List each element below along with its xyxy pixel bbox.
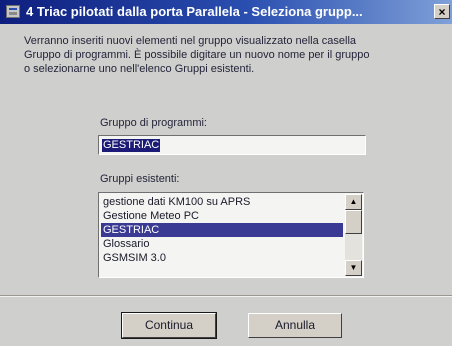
cancel-button[interactable]: Annulla — [248, 313, 342, 338]
list-scrollbar[interactable]: ▲ ▼ — [345, 194, 362, 276]
list-item[interactable]: Glossario — [101, 237, 343, 251]
instructions-line: Gruppo di programmi. È possibile digitar… — [24, 49, 370, 61]
scroll-thumb[interactable] — [345, 210, 362, 234]
program-group-label: Gruppo di programmi: — [100, 117, 207, 129]
program-group-input[interactable]: GESTRIAC — [98, 135, 366, 155]
continue-button[interactable]: Continua — [121, 312, 217, 339]
existing-groups-label: Gruppi esistenti: — [100, 173, 180, 185]
list-item[interactable]: Gestione Meteo PC — [101, 209, 343, 223]
separator — [0, 295, 452, 297]
list-item[interactable]: GSMSIM 3.0 — [101, 251, 343, 265]
title-bar[interactable]: 4 Triac pilotati dalla porta Parallela -… — [0, 0, 452, 24]
scroll-down-button[interactable]: ▼ — [345, 260, 362, 276]
list-item-selected[interactable]: GESTRIAC — [101, 223, 343, 237]
window-title: 4 Triac pilotati dalla porta Parallela -… — [26, 4, 363, 19]
scroll-up-button[interactable]: ▲ — [345, 194, 362, 210]
existing-groups-list[interactable]: gestione dati KM100 su APRS Gestione Met… — [98, 192, 364, 278]
close-button[interactable]: × — [434, 4, 450, 19]
program-group-value: GESTRIAC — [102, 139, 161, 152]
instructions-text: Verranno inseriti nuovi elementi nel gru… — [24, 34, 444, 76]
list-item[interactable]: gestione dati KM100 su APRS — [101, 195, 343, 209]
instructions-line: o selezionarne uno nell'elenco Gruppi es… — [24, 63, 255, 75]
setup-app-icon — [6, 5, 20, 18]
instructions-line: Verranno inseriti nuovi elementi nel gru… — [24, 35, 357, 47]
